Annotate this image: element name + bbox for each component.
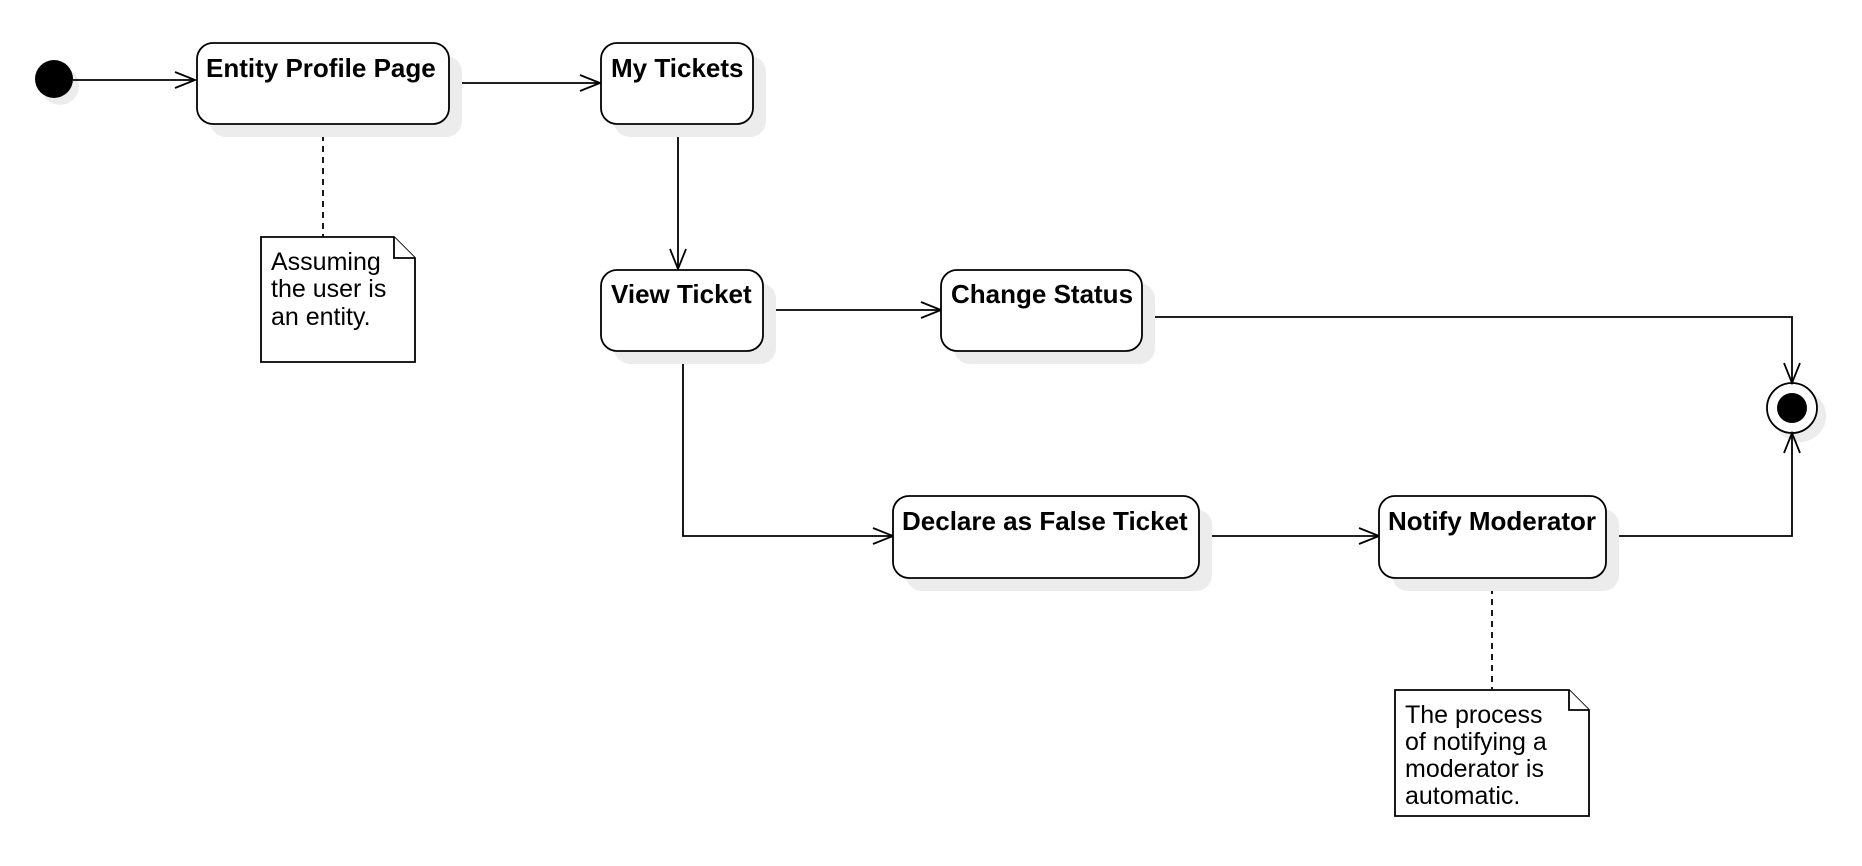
note-entity: Assuming the user is an entity. [260, 236, 416, 363]
state-notify-moderator: Notify Moderator [1378, 495, 1619, 591]
state-label-my-tickets: My Tickets [611, 53, 743, 83]
state-label-change-status: Change Status [951, 279, 1133, 309]
edge-change-status-to-final [1141, 316, 1793, 383]
state-entity-profile-page: Entity Profile Page [196, 42, 462, 137]
note-entity-line: an entity. [271, 303, 371, 331]
edge-notify-moderator-to-final [1605, 433, 1793, 537]
final-node [1766, 382, 1826, 442]
edge-view-ticket-to-declare-false [682, 351, 893, 537]
initial-node [35, 60, 79, 105]
state-change-status: Change Status [940, 269, 1155, 364]
note-moderator-line: automatic. [1405, 782, 1520, 810]
state-label-entity-profile-page: Entity Profile Page [206, 53, 436, 83]
state-label-notify-moderator: Notify Moderator [1388, 506, 1596, 536]
state-declare-false-ticket: Declare as False Ticket [892, 495, 1212, 591]
note-moderator: The process of notifying a moderator is … [1394, 689, 1590, 817]
state-label-declare-false-ticket: Declare as False Ticket [902, 506, 1188, 536]
activity-diagram: Entity Profile Page My Tickets View Tick… [35, 42, 1826, 817]
note-moderator-line: of notifying a [1405, 728, 1547, 756]
state-label-view-ticket: View Ticket [611, 279, 752, 309]
note-entity-line: the user is [271, 275, 386, 303]
note-moderator-line: moderator is [1405, 755, 1544, 783]
note-moderator-line: The process [1405, 701, 1543, 729]
note-entity-line: Assuming [271, 248, 381, 276]
state-view-ticket: View Ticket [600, 269, 776, 364]
state-my-tickets: My Tickets [600, 42, 766, 137]
